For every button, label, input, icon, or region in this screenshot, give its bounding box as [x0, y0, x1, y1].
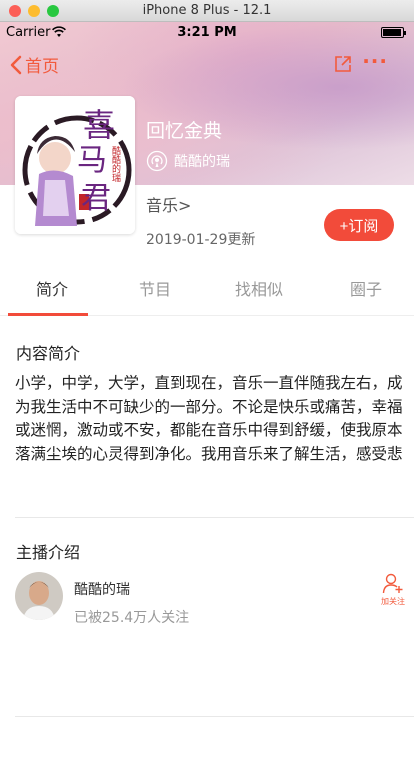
broadcast-icon [146, 150, 168, 172]
section-divider [15, 517, 414, 518]
host-avatar-photo [15, 572, 63, 620]
host-heading: 主播介绍 [16, 543, 81, 562]
album-cover: 喜 马 君 酷酷的瑞 [15, 96, 135, 234]
cover-title-char-1: 喜 [83, 106, 115, 144]
host-avatar[interactable] [15, 572, 63, 620]
window-controls [9, 5, 59, 17]
album-title: 回忆金典 [146, 120, 223, 142]
host-name: 酷酷的瑞 [74, 582, 130, 598]
active-tab-indicator [8, 313, 88, 316]
share-icon[interactable] [334, 55, 352, 73]
back-label: 首页 [25, 57, 59, 77]
intro-text: 小学，中学，大学，直到现在，音乐一直伴随我左右，成为我生活中不可缺少的一部分。不… [15, 374, 403, 463]
album-anchor[interactable]: 酷酷的瑞 [146, 150, 230, 172]
subscribe-button[interactable]: +订阅 [324, 209, 394, 241]
album-cover-art: 喜 马 君 酷酷的瑞 [15, 96, 135, 234]
album-anchor-name: 酷酷的瑞 [174, 154, 230, 170]
simulator-title: iPhone 8 Plus - 12.1 [142, 3, 272, 18]
follow-button[interactable]: 加关注 [378, 572, 408, 607]
cover-title-char-3: 君 [81, 181, 111, 216]
chevron-left-icon [10, 55, 22, 74]
bottom-divider [15, 716, 414, 717]
status-time: 3:21 PM [177, 25, 237, 40]
tab-bar: 简介 节目 找相似 圈子 [0, 268, 414, 316]
album-update-date: 2019-01-29更新 [146, 232, 256, 248]
battery-icon [381, 27, 406, 38]
tab-programs[interactable]: 节目 [103, 268, 207, 316]
host-followers: 已被25.4万人关注 [74, 610, 190, 626]
cover-side-text: 酷酷的瑞 [110, 145, 121, 182]
tab-intro[interactable]: 简介 [0, 268, 104, 316]
tab-similar[interactable]: 找相似 [207, 268, 311, 316]
status-bar: Carrier 3:21 PM [0, 22, 414, 42]
follow-label: 加关注 [381, 597, 405, 606]
zoom-window-button[interactable] [47, 5, 59, 17]
minimize-window-button[interactable] [28, 5, 40, 17]
back-button[interactable]: 首页 [10, 52, 59, 77]
more-options-button[interactable]: ··· [362, 51, 388, 71]
tab-circle[interactable]: 圈子 [314, 268, 414, 316]
cover-title-char-2: 马 [77, 143, 107, 178]
close-window-button[interactable] [9, 5, 21, 17]
simulator-title-bar: iPhone 8 Plus - 12.1 [0, 0, 414, 22]
intro-heading: 内容简介 [16, 344, 81, 363]
navigation-bar: 首页 ··· [0, 51, 414, 77]
add-user-icon [382, 573, 403, 594]
album-category-link[interactable]: 音乐> [146, 192, 191, 216]
